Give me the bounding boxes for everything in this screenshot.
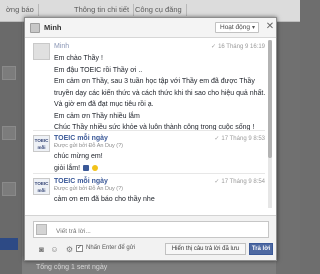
page-avatar: TOEIC mỗi ngày <box>33 178 50 195</box>
smile-emoticon-icon <box>91 164 98 171</box>
message-line: chúc mừng em! <box>54 153 103 160</box>
message-body: cảm ơn em đã báo cho thầy nhe <box>54 194 155 206</box>
message-line: Chúc Thầy nhiều sức khỏe và luôn thành c… <box>54 124 255 131</box>
background-footer-text: Tổng cộng 1 sent ngày <box>36 264 108 271</box>
message-sender[interactable]: TOEIC mỗi ngày <box>54 135 108 142</box>
user-avatar-icon <box>30 23 40 33</box>
background-checkbox <box>2 126 16 140</box>
background-tab-publishing-tools: Công cụ đăng <box>131 4 187 16</box>
reply-button[interactable]: Trả lời <box>249 243 273 255</box>
enter-to-send-checkbox[interactable]: ✓ <box>76 245 83 252</box>
enter-to-send-label: Nhấn Enter để gửi <box>86 245 136 251</box>
background-tab-details: Thông tin chi tiết <box>70 4 135 16</box>
sent-by-label: Được gửi bởi Đỗ An Duy (?) <box>54 186 123 192</box>
message-line: Và giờ em đã đạt mục tiêu rồi ạ. <box>54 101 154 108</box>
conversation-dialog: Minh Hoạt động ▾ ✕ Minh ✓ 16 Tháng 9 16:1… <box>24 17 277 261</box>
message-scrollbar[interactable] <box>268 40 272 208</box>
message-divider <box>33 130 265 131</box>
dialog-header: Minh Hoạt động ▾ ✕ <box>25 18 276 38</box>
message-line: cảm ơn em đã báo cho thầy nhe <box>54 196 155 203</box>
message-line: Em chào Thầy ! <box>54 55 103 62</box>
sender-avatar <box>33 43 50 60</box>
message-line: truyền dạy các kiến thức và cách thức kh… <box>54 89 266 97</box>
message-line: Em cảm ơn Thầy nhiều lắm <box>54 112 140 120</box>
background-tab-notifications: ờng báo <box>2 4 39 16</box>
close-icon[interactable]: ✕ <box>265 21 275 33</box>
settings-icon[interactable]: ⚙ <box>65 245 74 254</box>
sent-by-label: Được gửi bởi Đỗ An Duy (?) <box>54 143 123 149</box>
message-time: ✓ 17 Tháng 9 8:53 <box>214 136 265 142</box>
message-line: Em đậu TOEIC rồi Thầy ơi .. <box>54 66 143 74</box>
sticker-icon[interactable]: ☺ <box>50 245 59 254</box>
seen-check-icon: ✓ <box>211 44 217 50</box>
background-blue-button <box>0 238 18 250</box>
seen-check-icon: ✓ <box>214 179 220 185</box>
seen-check-icon: ✓ <box>214 136 220 142</box>
chevron-down-icon: ▾ <box>251 25 255 31</box>
background-right-column <box>276 22 300 274</box>
dialog-title: Minh <box>44 23 62 32</box>
message-sender[interactable]: Minh <box>54 43 69 50</box>
background-checkbox <box>2 182 16 196</box>
message-time: ✓ 16 Tháng 9 16:19 <box>211 44 265 50</box>
page-avatar: TOEIC mỗi ngày <box>33 135 50 152</box>
camera-icon[interactable]: ◙ <box>37 245 46 254</box>
status-label: Hoạt động <box>220 24 250 31</box>
message-time: ✓ 17 Tháng 9 8:54 <box>214 179 265 185</box>
status-dropdown[interactable]: Hoạt động ▾ <box>215 22 259 33</box>
composer-avatar <box>36 224 47 235</box>
message-divider <box>33 173 265 174</box>
saved-replies-button[interactable]: Hiển thị câu trả lời đã lưu <box>165 243 246 255</box>
message-body: Em chào Thầy ! Em đậu TOEIC rồi Thầy ơi … <box>54 53 265 134</box>
scrollbar-thumb[interactable] <box>268 40 272 158</box>
message-line: Em cảm ơn Thầy, sau 3 tuần học tập với T… <box>54 78 255 85</box>
background-checkbox <box>2 66 16 80</box>
like-emoticon-icon <box>83 164 90 171</box>
reply-input[interactable] <box>33 221 269 238</box>
background-left-column <box>0 22 22 274</box>
message-sender[interactable]: TOEIC mỗi ngày <box>54 178 108 185</box>
reply-composer: ◙ ☺ ⚙ ✓ Nhấn Enter để gửi Hiển thị câu t… <box>25 215 276 260</box>
message-body: chúc mừng em! giỏi lắm! <box>54 151 103 174</box>
